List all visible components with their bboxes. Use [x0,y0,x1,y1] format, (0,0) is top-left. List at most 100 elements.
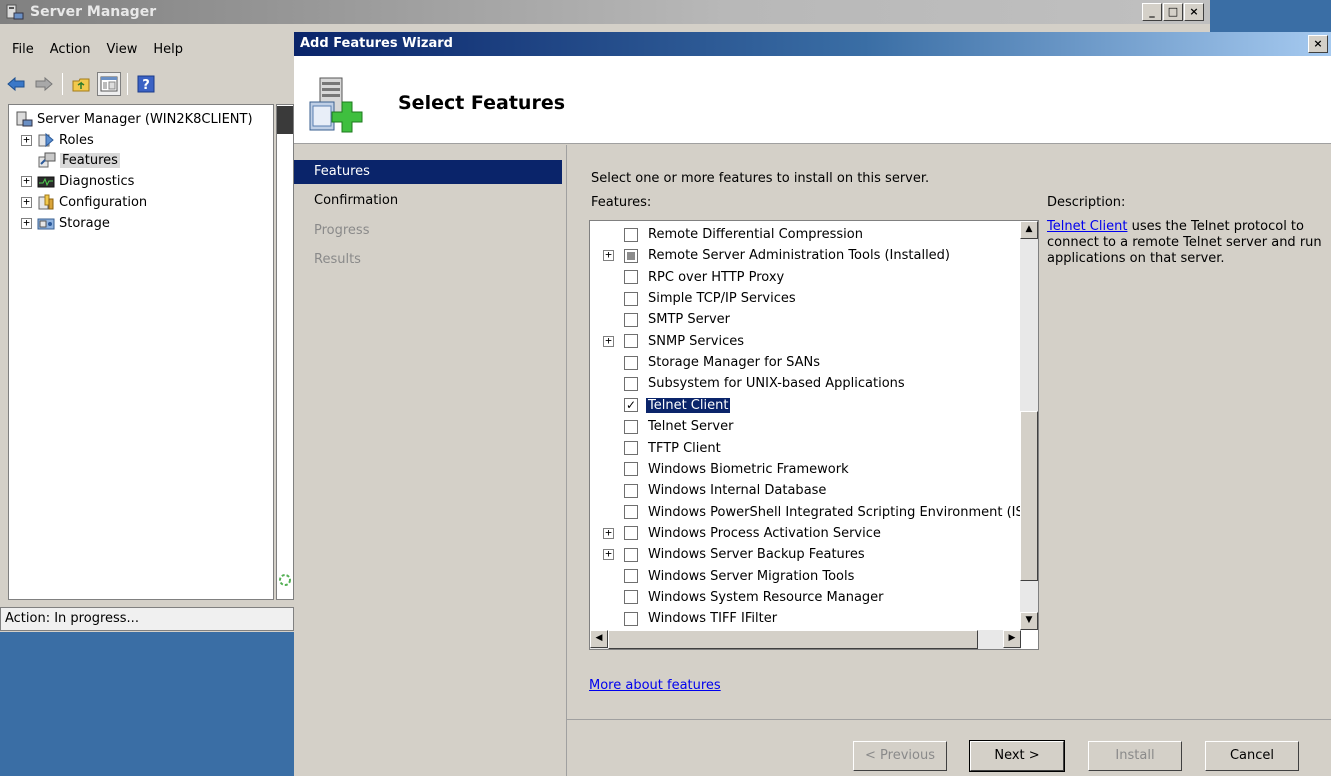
feature-checkbox[interactable] [624,526,638,541]
feature-checkbox[interactable] [624,376,638,391]
svg-text:?: ? [142,78,150,93]
step-confirmation[interactable]: Confirmation [294,189,562,213]
tree-item-roles[interactable]: + Roles [21,130,94,150]
expand-icon[interactable]: + [21,196,32,208]
expand-icon[interactable]: + [21,175,32,187]
next-button[interactable]: Next > [969,740,1065,772]
configuration-icon [38,194,54,210]
vertical-scrollbar[interactable]: ▲ ▼ [1020,221,1038,630]
feature-checkbox[interactable] [624,441,638,455]
add-features-icon [309,77,363,133]
tree-item-diagnostics[interactable]: + Diagnostics [21,171,134,191]
description-label: Description: [1047,195,1126,210]
scroll-up-button[interactable]: ▲ [1020,221,1038,239]
tree-item-features[interactable]: Features [38,150,120,170]
feature-row[interactable]: Windows Server Migration Tools [590,566,1020,587]
feature-row[interactable]: Remote Differential Compression [590,224,1020,245]
description-link[interactable]: Telnet Client [1047,219,1127,234]
up-folder-button[interactable] [69,72,93,96]
toolbar-separator [127,73,128,95]
scroll-left-button[interactable]: ◀ [590,630,608,648]
feature-checkbox[interactable] [624,611,638,626]
forward-button[interactable] [32,72,56,96]
feature-row[interactable]: + Remote Server Administration Tools (Ins… [590,245,1020,266]
show-hide-console-button[interactable] [97,72,121,96]
cancel-button[interactable]: Cancel [1205,741,1299,771]
feature-checkbox[interactable] [624,483,638,498]
scroll-thumb[interactable] [1020,411,1038,581]
menu-action[interactable]: Action [42,38,99,62]
feature-checkbox[interactable] [624,505,638,520]
expand-icon[interactable]: + [603,249,614,262]
desktop-background [0,632,294,776]
feature-row[interactable]: SMTP Server [590,309,1020,330]
menu-view[interactable]: View [98,38,145,62]
tree-root[interactable]: Server Manager (WIN2K8CLIENT) [15,109,253,129]
feature-row[interactable]: Windows Biometric Framework [590,459,1020,480]
feature-row[interactable]: Storage Manager for SANs [590,352,1020,373]
feature-checkbox[interactable] [624,312,638,327]
expand-icon[interactable]: + [21,134,32,146]
more-about-features-link[interactable]: More about features [589,678,721,693]
server-manager-titlebar[interactable]: Server Manager _ □ × [0,0,1210,24]
navigation-tree: Server Manager (WIN2K8CLIENT) + Roles Fe… [8,104,274,600]
feature-row[interactable]: Telnet Server [590,416,1020,437]
feature-row[interactable]: Subsystem for UNIX-based Applications [590,373,1020,394]
feature-checkbox[interactable]: ✓ [624,398,638,413]
feature-checkbox[interactable] [624,462,638,477]
server-manager-icon [16,111,33,127]
maximize-button[interactable]: □ [1163,3,1183,21]
menu-file[interactable]: File [4,38,42,62]
feature-checkbox[interactable] [624,227,638,242]
feature-row[interactable]: TFTP Client [590,438,1020,459]
feature-checkbox[interactable] [624,270,638,285]
forward-arrow-icon [35,76,53,92]
horizontal-scrollbar[interactable]: ◀ ▶ [590,630,1021,649]
feature-row[interactable]: Windows PowerShell Integrated Scripting … [590,502,1024,523]
feature-checkbox[interactable] [624,334,638,349]
step-features[interactable]: Features [294,160,562,184]
wizard-content: Select one or more features to install o… [566,145,1331,719]
feature-checkbox[interactable] [624,547,638,562]
wizard-titlebar[interactable]: Add Features Wizard × [294,32,1331,56]
menu-help[interactable]: Help [145,38,191,62]
back-button[interactable] [4,72,28,96]
feature-row[interactable]: RPC over HTTP Proxy [590,267,1020,288]
feature-row[interactable]: + Windows Process Activation Service [590,523,1020,544]
install-button[interactable]: Install [1088,741,1182,771]
feature-row[interactable]: ✓ Telnet Client [590,395,1020,416]
feature-checkbox[interactable] [624,569,638,584]
wizard-heading: Select Features [398,92,566,114]
feature-checkbox[interactable] [624,419,638,434]
server-manager-icon [6,4,24,20]
feature-row[interactable]: + SNMP Services [590,331,1020,352]
server-manager-title: Server Manager [30,4,157,20]
expand-icon[interactable]: + [21,217,32,229]
close-button[interactable]: × [1184,3,1204,21]
feature-label: Windows Biometric Framework [648,461,849,477]
feature-row[interactable]: Simple TCP/IP Services [590,288,1020,309]
expand-icon[interactable]: + [603,548,614,561]
horizontal-scroll-thumb[interactable] [608,630,978,649]
feature-label: TFTP Client [648,440,721,456]
expand-icon[interactable]: + [603,335,614,347]
feature-checkbox[interactable] [624,355,638,370]
scroll-right-button[interactable]: ▶ [1003,630,1021,648]
help-button[interactable]: ? [134,72,158,96]
feature-row[interactable]: + Windows Server Backup Features [590,544,1020,565]
wizard-close-button[interactable]: × [1308,35,1328,53]
scroll-down-button[interactable]: ▼ [1020,612,1038,630]
tree-item-configuration[interactable]: + Configuration [21,192,147,212]
feature-row[interactable]: Windows TIFF IFilter [590,608,1020,629]
feature-checkbox[interactable] [624,291,638,306]
tree-item-storage[interactable]: + Storage [21,213,110,233]
minimize-button[interactable]: _ [1142,3,1162,21]
tree-item-label: Configuration [59,194,148,210]
feature-checkbox[interactable] [624,590,638,605]
expand-icon[interactable]: + [603,527,614,539]
feature-label: Windows TIFF IFilter [648,611,778,627]
previous-button[interactable]: < Previous [853,741,947,771]
feature-row[interactable]: Windows System Resource Manager [590,587,1020,608]
feature-row[interactable]: Windows Internal Database [590,480,1020,501]
feature-checkbox[interactable] [624,248,638,263]
